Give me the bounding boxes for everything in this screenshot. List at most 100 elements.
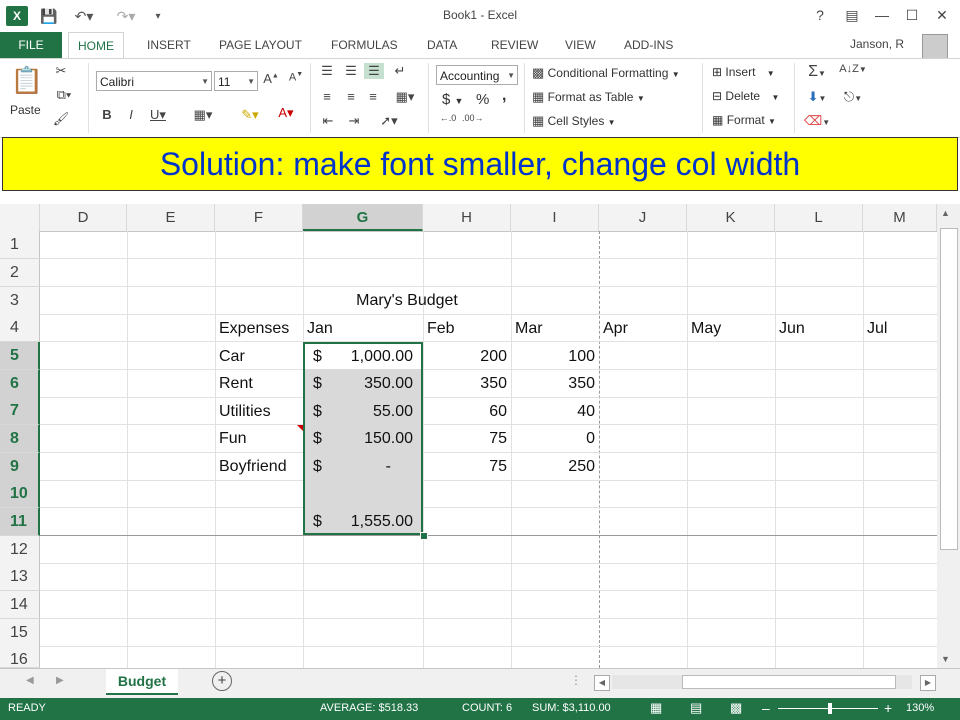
- expense-label-cell[interactable]: Utilities: [219, 398, 271, 425]
- fill-icon[interactable]: ⬇▼: [802, 89, 832, 105]
- sheet-tab-budget[interactable]: Budget: [106, 669, 178, 695]
- autosum-icon[interactable]: Σ▼: [802, 63, 832, 81]
- mar-value-cell[interactable]: 350: [511, 370, 595, 397]
- sort-filter-icon[interactable]: A↓Z▼: [838, 63, 868, 75]
- month-header-cell[interactable]: May: [691, 315, 721, 342]
- row-header[interactable]: 6: [0, 370, 40, 398]
- merge-center-icon[interactable]: ▦▾: [390, 89, 420, 105]
- ribbon-display-icon[interactable]: ▤: [838, 4, 866, 26]
- format-painter-icon[interactable]: 🖌: [52, 111, 70, 127]
- feb-value-cell[interactable]: 75: [423, 425, 507, 452]
- scrollbar-thumb[interactable]: [682, 675, 896, 689]
- mar-value-cell[interactable]: 250: [511, 453, 595, 480]
- customize-toolbar-icon[interactable]: ▾: [150, 6, 166, 26]
- tab-add-ins[interactable]: ADD-INS: [615, 32, 682, 58]
- tab-data[interactable]: DATA: [418, 32, 466, 58]
- zoom-slider-thumb[interactable]: [828, 703, 832, 714]
- month-header-cell[interactable]: Jan: [307, 315, 333, 342]
- row-header[interactable]: 13: [0, 563, 40, 591]
- delete-cells-button[interactable]: ⊟ Delete ▼: [712, 89, 779, 103]
- feb-value-cell[interactable]: 60: [423, 398, 507, 425]
- align-right-icon[interactable]: ≡: [364, 89, 382, 104]
- increase-font-icon[interactable]: A▲: [263, 71, 279, 86]
- maximize-icon[interactable]: ☐: [898, 4, 926, 26]
- row-header[interactable]: 1: [0, 231, 40, 259]
- undo-icon[interactable]: ↶▾: [70, 6, 98, 26]
- close-icon[interactable]: ✕: [928, 4, 956, 26]
- avatar[interactable]: [922, 34, 948, 60]
- conditional-formatting-button[interactable]: ▩ Conditional Formatting ▼: [532, 65, 680, 81]
- scroll-down-icon[interactable]: ▼: [941, 654, 950, 664]
- tab-formulas[interactable]: FORMULAS: [322, 32, 407, 58]
- normal-view-icon[interactable]: ▦: [650, 700, 662, 716]
- find-select-icon[interactable]: ⎋▼: [838, 89, 868, 105]
- align-left-icon[interactable]: ≡: [318, 89, 336, 104]
- font-name-select[interactable]: Calibri ▼: [96, 71, 212, 91]
- scrollbar-thumb[interactable]: [940, 228, 958, 550]
- split-handle-icon[interactable]: ⋮: [570, 673, 582, 687]
- column-header-f[interactable]: F: [215, 204, 303, 231]
- column-header-h[interactable]: H: [423, 204, 511, 231]
- font-size-select[interactable]: 11 ▼: [214, 71, 258, 91]
- save-icon[interactable]: 💾: [38, 6, 60, 26]
- user-name[interactable]: Janson, R: [850, 37, 904, 51]
- clear-icon[interactable]: ⌫▼: [802, 113, 832, 129]
- copy-icon[interactable]: ⧉▾: [52, 87, 76, 103]
- row-header[interactable]: 16: [0, 646, 40, 668]
- jan-value-cell[interactable]: 150.00: [323, 425, 413, 452]
- cut-icon[interactable]: ✂: [52, 63, 70, 79]
- tab-file[interactable]: FILE: [0, 32, 62, 58]
- column-header-k[interactable]: K: [687, 204, 775, 231]
- column-header-i[interactable]: I: [511, 204, 599, 231]
- month-header-cell[interactable]: Feb: [427, 315, 455, 342]
- tab-view[interactable]: VIEW: [556, 32, 605, 58]
- fill-color-icon[interactable]: ✎▾: [236, 107, 264, 123]
- tab-review[interactable]: REVIEW: [482, 32, 547, 58]
- month-header-cell[interactable]: Apr: [603, 315, 628, 342]
- minimize-icon[interactable]: —: [868, 4, 896, 26]
- page-break-view-icon[interactable]: ▩: [730, 700, 742, 716]
- expense-label-cell[interactable]: Rent: [219, 370, 253, 397]
- comma-style-button[interactable]: ,: [502, 87, 506, 105]
- bold-icon[interactable]: B: [100, 107, 114, 122]
- decrease-decimal-icon[interactable]: .00→: [462, 113, 484, 123]
- wrap-text-icon[interactable]: ↵: [390, 63, 410, 79]
- percent-style-button[interactable]: %: [476, 91, 489, 108]
- borders-icon[interactable]: ▦▾: [190, 107, 216, 123]
- column-header-m[interactable]: M: [863, 204, 937, 231]
- feb-value-cell[interactable]: 350: [423, 370, 507, 397]
- jan-value-cell[interactable]: -: [323, 453, 391, 480]
- month-header-cell[interactable]: Mar: [515, 315, 543, 342]
- fill-handle[interactable]: [420, 532, 428, 540]
- row-header[interactable]: 14: [0, 591, 40, 619]
- zoom-in-icon[interactable]: +: [884, 700, 892, 716]
- mar-value-cell[interactable]: 40: [511, 398, 595, 425]
- next-sheet-icon[interactable]: ▶: [56, 675, 64, 686]
- row-header[interactable]: 8: [0, 425, 40, 453]
- number-format-select[interactable]: Accounting ▼: [436, 65, 518, 85]
- paste-label[interactable]: Paste: [10, 103, 41, 117]
- row-header[interactable]: 12: [0, 536, 40, 564]
- decrease-font-icon[interactable]: A▼: [288, 71, 304, 84]
- tab-insert[interactable]: INSERT: [138, 32, 200, 58]
- row-header[interactable]: 15: [0, 619, 40, 647]
- feb-value-cell[interactable]: 200: [423, 343, 507, 370]
- expenses-header-cell[interactable]: Expenses: [219, 315, 289, 342]
- align-center-icon[interactable]: ≡: [342, 89, 360, 104]
- mar-value-cell[interactable]: 0: [511, 425, 595, 452]
- format-cells-button[interactable]: ▦ Format ▼: [712, 113, 776, 127]
- row-header[interactable]: 3: [0, 287, 40, 315]
- column-header-e[interactable]: E: [127, 204, 215, 231]
- row-header[interactable]: 9: [0, 453, 40, 481]
- paste-icon[interactable]: 📋: [10, 65, 44, 96]
- column-header-g[interactable]: G: [303, 204, 423, 231]
- decrease-indent-icon[interactable]: ⇤: [318, 113, 338, 129]
- column-header-j[interactable]: J: [599, 204, 687, 231]
- column-header-l[interactable]: L: [775, 204, 863, 231]
- cell-styles-button[interactable]: ▦ Cell Styles ▼: [532, 113, 616, 129]
- select-all-corner[interactable]: [0, 204, 40, 231]
- vertical-scrollbar[interactable]: ▲ ▼: [937, 204, 960, 668]
- increase-indent-icon[interactable]: ⇥: [344, 113, 364, 129]
- status-count[interactable]: COUNT: 6: [462, 702, 512, 714]
- total-value-cell[interactable]: 1,555.00: [323, 508, 413, 535]
